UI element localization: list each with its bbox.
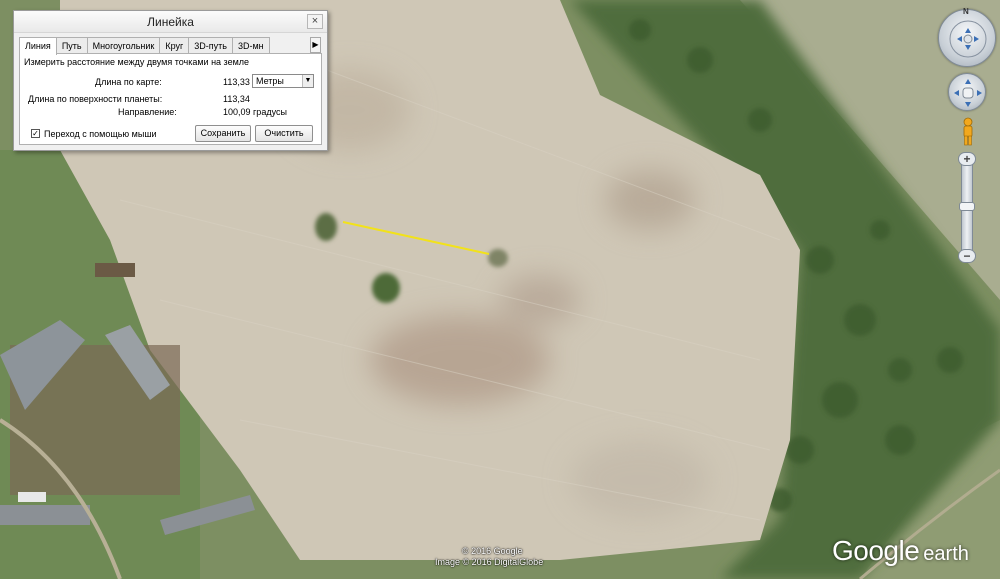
copyright-imagery: Image © 2016 DigitalGlobe (435, 557, 544, 567)
tab-3d-polygon[interactable]: 3D-мн (231, 37, 270, 54)
dialog-title: Линейка (14, 11, 327, 33)
tab-path[interactable]: Путь (55, 37, 88, 54)
save-button[interactable]: Сохранить (195, 125, 251, 142)
copyright-google: © 2016 Google (462, 546, 523, 556)
map-length-value: 113,33 (223, 77, 250, 87)
logo-google-text: Google (832, 535, 920, 566)
map-length-label: Длина по карте: (95, 77, 162, 87)
unit-select[interactable]: Метры ▼ (252, 74, 314, 88)
heading-label: Направление: (118, 107, 177, 117)
ruler-dialog: Линейка × Линия Путь Многоугольник Круг … (13, 10, 328, 151)
surface-length-label: Длина по поверхности планеты: (28, 94, 163, 104)
description-text: Измерить расстояние между двумя точками … (24, 57, 250, 67)
surface-length-value: 113,34 (223, 94, 250, 104)
clear-button[interactable]: Очистить (255, 125, 313, 142)
zoom-in-button[interactable]: + (958, 152, 976, 166)
google-earth-logo: Google earth (832, 535, 969, 567)
ruler-tabs: Линия Путь Многоугольник Круг 3D-путь 3D… (19, 37, 321, 55)
zoom-out-button[interactable]: − (958, 249, 976, 263)
chevron-down-icon: ▼ (302, 75, 313, 87)
hand-arrows-icon (954, 79, 982, 107)
tab-line[interactable]: Линия (19, 37, 57, 55)
heading-value: 100,09 градусы (223, 107, 287, 117)
pegman-icon[interactable] (957, 117, 979, 147)
compass-arrows-icon (949, 20, 987, 58)
mouse-nav-label: Переход с помощью мыши (44, 129, 157, 139)
tab-scroll-right-icon[interactable]: ▶ (310, 37, 321, 53)
tab-3d-path[interactable]: 3D-путь (188, 37, 233, 54)
tab-circle[interactable]: Круг (159, 37, 190, 54)
logo-earth-text: earth (923, 543, 969, 565)
unit-select-value: Метры (256, 76, 284, 86)
compass-icon[interactable] (938, 9, 996, 67)
zoom-slider-handle[interactable] (959, 202, 975, 211)
mouse-nav-checkbox[interactable]: ✓ (31, 129, 40, 138)
look-joystick-icon[interactable] (948, 73, 986, 111)
north-label: N (963, 7, 969, 16)
close-button[interactable]: × (307, 14, 323, 29)
tab-polygon[interactable]: Многоугольник (86, 37, 161, 54)
